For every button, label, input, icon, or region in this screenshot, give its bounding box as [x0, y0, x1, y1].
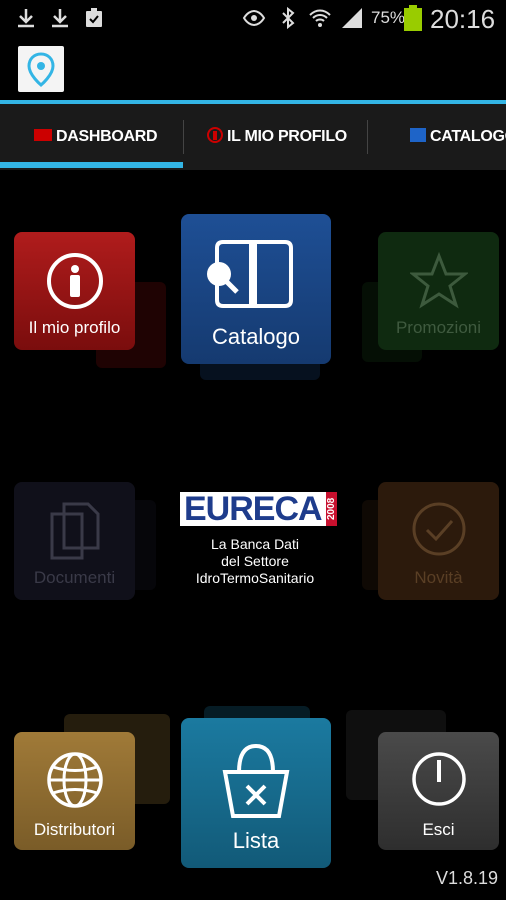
tab-indicator: [0, 162, 183, 168]
app-logo[interactable]: [18, 46, 64, 92]
tile-promotions[interactable]: Promozioni: [378, 232, 499, 350]
user-icon: [207, 125, 223, 150]
eureca-brand: EURECA: [180, 492, 326, 526]
eye-icon: [242, 9, 266, 27]
basket-icon: [222, 743, 290, 818]
globe-icon: [47, 752, 103, 808]
check-circle-icon: [412, 502, 466, 556]
tab-profile[interactable]: IL MIO PROFILO: [207, 104, 347, 170]
tab-bar: DASHBOARD IL MIO PROFILO CATALOGO: [0, 104, 506, 170]
tile-news[interactable]: Novità: [378, 482, 499, 600]
eureca-logo: EURECA 2008 La Banca Dati del Settore Id…: [180, 492, 337, 587]
catalog-icon: [410, 127, 426, 147]
status-bar: 75% 20:16: [0, 0, 506, 36]
tagline-line-2: del Settore: [221, 553, 289, 569]
tile-profile-label: Il mio profilo: [28, 318, 121, 337]
tab-dashboard-label: DASHBOARD: [56, 128, 158, 145]
tile-profile[interactable]: Il mio profilo: [14, 232, 135, 350]
catalog-icon: [207, 240, 293, 308]
battery-icon: [404, 5, 422, 31]
tile-list[interactable]: Lista: [181, 718, 331, 868]
tagline-line-1: La Banca Dati: [211, 536, 299, 552]
eureca-year: 2008: [325, 492, 337, 526]
tile-catalog[interactable]: Catalogo: [181, 214, 331, 364]
tile-exit[interactable]: Esci: [378, 732, 499, 850]
clipboard-check-icon: [86, 8, 102, 27]
tab-separator: [183, 120, 184, 154]
battery-percent: 75%: [371, 8, 406, 27]
documents-icon: [50, 502, 100, 560]
tile-documents-label: Documenti: [33, 568, 116, 587]
dashboard-icon: [34, 128, 52, 146]
tile-list-label: Lista: [232, 828, 280, 853]
clock: 20:16: [430, 4, 496, 34]
tile-news-label: Novità: [414, 568, 463, 587]
tab-dashboard[interactable]: DASHBOARD: [34, 104, 158, 170]
action-bar: [0, 36, 506, 100]
star-icon: [410, 252, 468, 309]
tile-documents[interactable]: Documenti: [14, 482, 135, 600]
tile-catalog-label: Catalogo: [211, 324, 301, 349]
signal-icon: [342, 8, 362, 28]
bluetooth-icon: [282, 6, 295, 30]
tab-separator: [367, 120, 368, 154]
wifi-icon: [309, 9, 331, 27]
tab-profile-label: IL MIO PROFILO: [227, 128, 347, 145]
download-icon: [18, 9, 34, 28]
tab-catalog-label: CATALOGO: [430, 128, 506, 145]
location-pin-icon: [27, 52, 55, 87]
tile-distributors-label: Distributori: [33, 820, 116, 839]
tab-catalog[interactable]: CATALOGO: [410, 104, 506, 170]
tagline-line-3: IdroTermoSanitario: [195, 570, 315, 586]
user-icon: [47, 253, 103, 309]
tile-distributors[interactable]: Distributori: [14, 732, 135, 850]
download-icon: [52, 9, 68, 28]
version-label: V1.8.19: [435, 868, 498, 888]
tile-exit-label: Esci: [422, 820, 455, 839]
tile-promotions-label: Promozioni: [395, 318, 482, 337]
power-icon: [412, 752, 466, 806]
